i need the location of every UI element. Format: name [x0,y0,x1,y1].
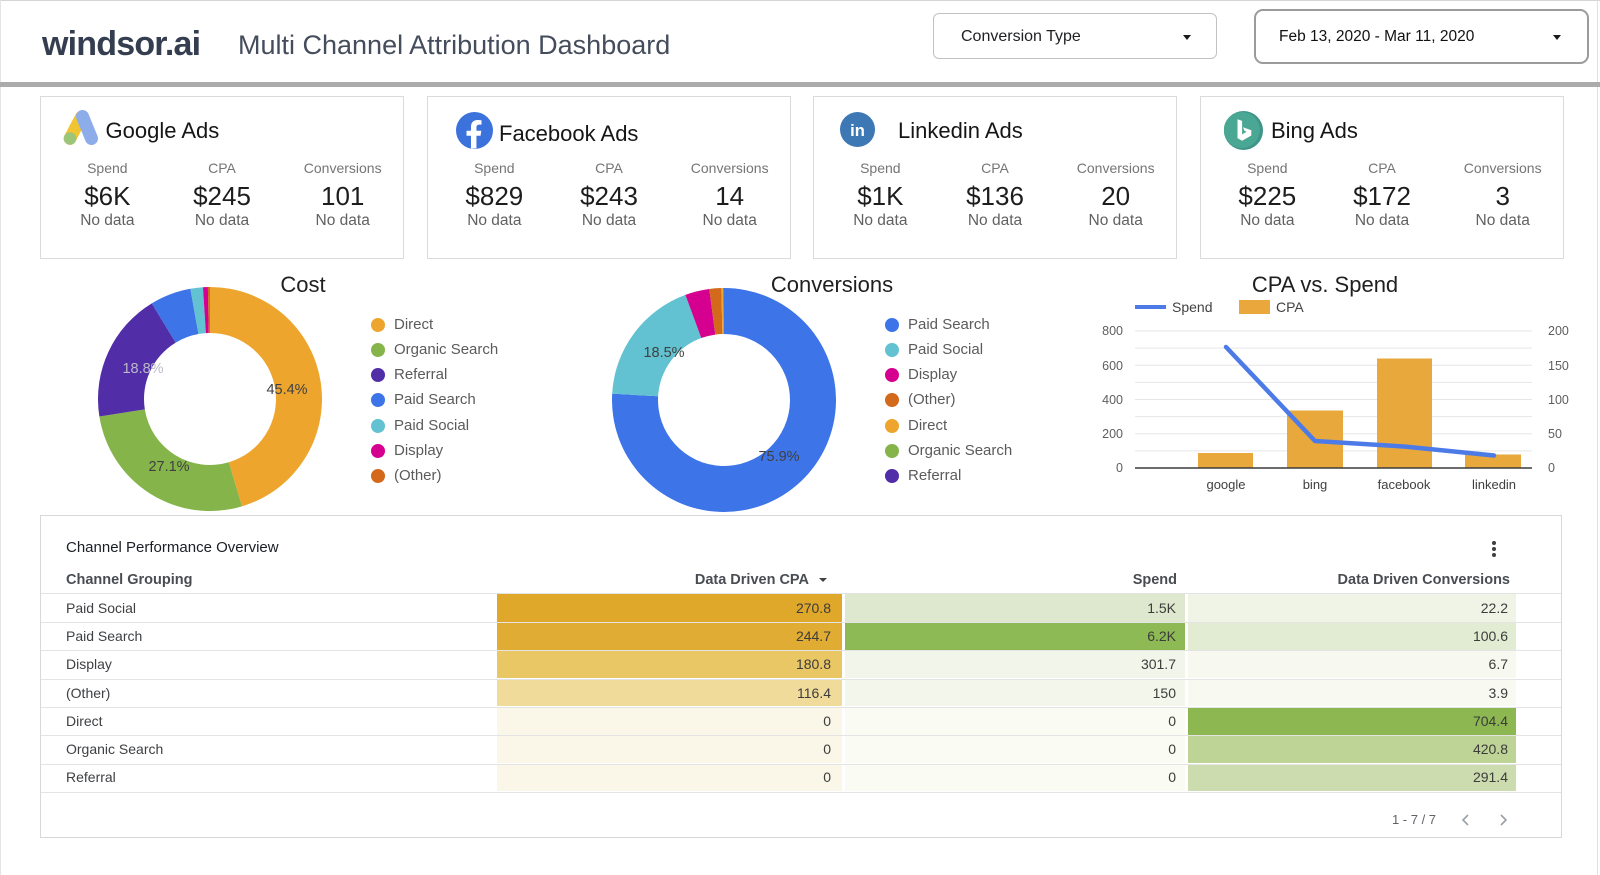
svg-text:in: in [850,121,865,140]
